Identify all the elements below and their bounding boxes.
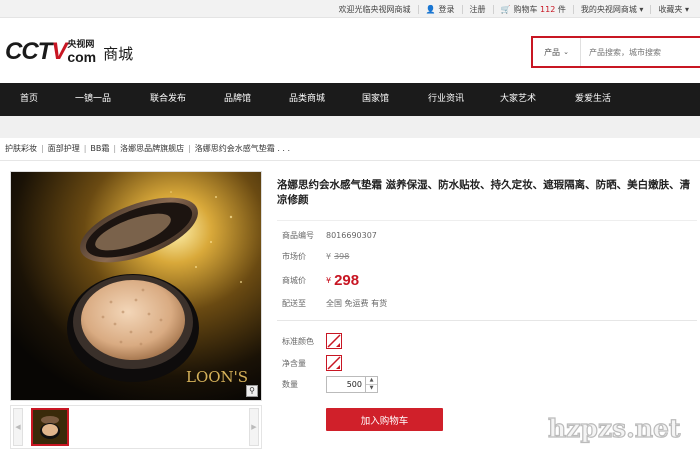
search-category-label: 产品 (544, 47, 561, 57)
favorites-menu[interactable]: 收藏夹 ▾ (650, 4, 696, 14)
quantity-spinner: ▲ ▼ (366, 376, 378, 393)
net-content-label: 净含量 (282, 358, 306, 368)
logo-mall: 商城 (103, 45, 134, 63)
quantity-stepper: ▲ ▼ (326, 376, 378, 393)
cart-icon: 🛒 (500, 4, 511, 14)
search-category-select[interactable]: 产品 ⌄ (533, 38, 581, 66)
breadcrumb: 护肤彩妆 | 面部护理 | BB霜 | 洛娜思品牌旗舰店 | 洛娜思约会水感气垫霜 . … (5, 142, 290, 154)
site-header: CCTV 央视网 com 商城 产品 ⌄ (0, 19, 700, 83)
nav-item-news[interactable]: 行业资讯 (428, 83, 464, 116)
welcome-text: 欢迎光临央视网商城 (338, 4, 411, 14)
product-title: 洛娜思约会水感气垫霜 滋养保湿、防水贴妆、持久定妆、遮瑕隔离、防晒、美白嫩肤、清… (277, 179, 691, 206)
cart-unit: 件 (557, 4, 566, 14)
thumbnail-strip: ◀ ▶ (10, 405, 262, 449)
product-main-image[interactable]: LOON'S ⚲ (10, 171, 262, 401)
product-gallery: LOON'S ⚲ ◀ ▶ (10, 171, 263, 450)
quantity-row: 数量 ▲ ▼ (282, 376, 378, 393)
chevron-down-icon: ⌄ (563, 48, 569, 56)
breadcrumb-separator: | (188, 143, 191, 153)
nav-item-art[interactable]: 大家艺术 (500, 83, 536, 116)
quantity-label: 数量 (282, 380, 298, 389)
color-row: 标准颜色 (282, 333, 342, 349)
nav-item-yijing[interactable]: 一镜一品 (75, 83, 111, 116)
main-nav: 首页 一镜一品 联合发布 品牌馆 品类商城 国家馆 行业资讯 大家艺术 爱爱生活 (0, 83, 700, 116)
decrement-arrow-icon[interactable]: ▼ (366, 385, 377, 392)
market-price-row: 市场价 ¥ 398 (282, 251, 349, 262)
zoom-icon[interactable]: ⚲ (246, 385, 258, 397)
swatch-unavailable-icon (327, 334, 341, 348)
swatch-unavailable-icon (327, 356, 341, 370)
login-link[interactable]: 👤 登录 (417, 4, 462, 14)
search-input[interactable] (581, 38, 700, 66)
cart-link[interactable]: 🛒 购物车 112 件 (492, 4, 573, 14)
cart-count: 112 (540, 4, 556, 14)
logo-cctv: CCTV (5, 38, 67, 65)
market-price: 398 (334, 252, 350, 261)
product-code: 8016690307 (326, 231, 377, 240)
favorites-label: 收藏夹 (658, 4, 683, 14)
register-link[interactable]: 注册 (461, 4, 493, 14)
increment-arrow-icon[interactable]: ▲ (366, 377, 377, 385)
color-option-swatch[interactable] (326, 333, 342, 349)
breadcrumb-item[interactable]: 洛娜思品牌旗舰店 (120, 143, 184, 154)
thumbnail-image (33, 410, 67, 444)
shipping-label: 配送至 (282, 299, 306, 308)
divider (277, 320, 697, 321)
mall-price-row: 商城价 ¥ 298 (282, 270, 359, 290)
thumbnail[interactable] (31, 408, 69, 446)
caret-down-icon: ▾ (684, 4, 689, 14)
breadcrumb-item[interactable]: BB霜 (90, 143, 109, 154)
breadcrumb-separator: | (83, 143, 87, 153)
shipping-row: 配送至 全国 免运费 有货 (282, 298, 387, 309)
my-mall-label: 我的央视网商城 (580, 4, 637, 14)
nav-item-brand[interactable]: 品牌馆 (224, 83, 251, 116)
user-icon: 👤 (425, 4, 436, 14)
nav-item-launch[interactable]: 联合发布 (150, 83, 186, 116)
color-label: 标准颜色 (282, 336, 314, 346)
my-mall-menu[interactable]: 我的央视网商城 ▾ (572, 4, 651, 14)
currency-symbol: ¥ (326, 252, 332, 261)
thumb-prev-arrow[interactable]: ◀ (13, 408, 23, 446)
shipping-value: 全国 免运费 有货 (326, 299, 388, 308)
watermark: hzpzs.net (547, 413, 681, 443)
nav-item-country[interactable]: 国家馆 (362, 83, 389, 116)
top-utility-bar: 欢迎光临央视网商城 👤 登录 注册 🛒 购物车 112 件 我的央视网商城 ▾ 收藏… (0, 0, 700, 18)
nav-item-life[interactable]: 爱爱生活 (575, 83, 611, 116)
product-photo: LOON'S (11, 172, 261, 400)
quantity-input[interactable] (326, 376, 366, 393)
product-code-row: 商品编号 8016690307 (282, 230, 377, 241)
breadcrumb-separator: | (113, 143, 117, 153)
thumb-next-arrow[interactable]: ▶ (249, 408, 259, 446)
currency-symbol: ¥ (326, 275, 332, 285)
product-code-label: 商品编号 (282, 231, 314, 240)
add-to-cart-button[interactable]: 加入购物车 (326, 408, 443, 431)
search-box: 产品 ⌄ (531, 36, 700, 68)
divider (277, 220, 697, 221)
market-price-label: 市场价 (282, 252, 306, 261)
nav-item-home[interactable]: 首页 (20, 83, 38, 116)
breadcrumb-current: 洛娜思约会水感气垫霜 . . . (194, 143, 291, 153)
net-content-row: 净含量 (282, 355, 342, 371)
caret-down-icon: ▾ (639, 4, 644, 14)
site-logo[interactable]: CCTV 央视网 com 商城 (5, 34, 134, 65)
brand-mark: LOON'S (186, 368, 248, 386)
nav-band (0, 116, 700, 138)
breadcrumb-item[interactable]: 面部护理 (48, 143, 80, 154)
breadcrumb-item[interactable]: 护肤彩妆 (5, 143, 37, 154)
nav-item-category[interactable]: 品类商城 (289, 83, 325, 116)
breadcrumb-separator: | (41, 143, 44, 153)
cart-label: 购物车 (513, 4, 538, 14)
mall-price-label: 商城价 (282, 275, 306, 285)
logo-com: com (67, 49, 97, 65)
mall-price: 298 (334, 271, 360, 289)
net-content-option-swatch[interactable] (326, 355, 342, 371)
divider (0, 160, 700, 161)
logo-stack: 央视网 com (67, 40, 96, 64)
login-label: 登录 (438, 4, 455, 14)
